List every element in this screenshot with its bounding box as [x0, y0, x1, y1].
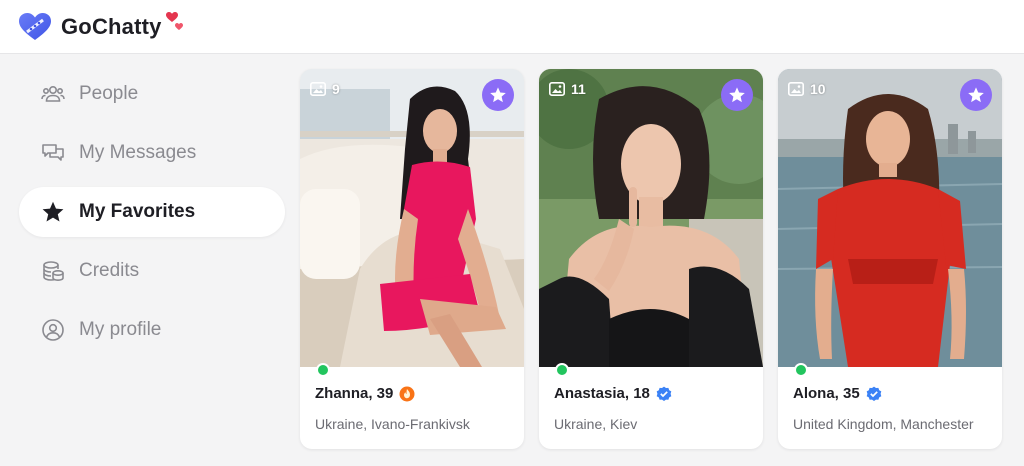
sidebar-item-label: My Messages: [79, 142, 197, 163]
profile-name[interactable]: Alona, 35: [793, 385, 860, 402]
favorite-button[interactable]: [721, 79, 753, 111]
profile-photo[interactable]: 11: [539, 69, 763, 367]
profile-location: Ukraine, Kiev: [554, 416, 638, 432]
star-icon: [41, 200, 65, 224]
verified-icon: [866, 386, 882, 402]
photo-count: 9: [310, 81, 340, 97]
profile-info: Zhanna, 39 Ukraine, Ivano-Frankivsk: [315, 385, 514, 432]
fire-icon: [399, 386, 415, 402]
profile-icon: [41, 318, 65, 342]
sidebar-item-label: My profile: [79, 319, 162, 340]
sidebar-item-label: People: [79, 83, 139, 104]
logo-heart-icon[interactable]: [18, 12, 52, 42]
photo-count: 11: [549, 81, 586, 97]
verified-icon: [656, 386, 672, 402]
star-icon: [729, 87, 745, 103]
sidebar-item-label: My Favorites: [79, 201, 196, 222]
star-icon: [968, 87, 984, 103]
messages-icon: [41, 141, 65, 165]
profile-card[interactable]: 11 Anastasia, 18 Ukraine, Kiev: [539, 69, 763, 449]
profile-card[interactable]: 10 Alona, 35 United Kingdom, Manchester: [778, 69, 1002, 449]
star-icon: [490, 87, 506, 103]
profile-location: Ukraine, Ivano-Frankivsk: [315, 416, 470, 432]
favorite-button[interactable]: [482, 79, 514, 111]
coins-icon: [41, 259, 65, 283]
photo-count-value: 9: [332, 81, 340, 97]
profile-photo[interactable]: 10: [778, 69, 1002, 367]
profile-location: United Kingdom, Manchester: [793, 416, 974, 432]
hearts-icon: [164, 10, 186, 38]
sidebar-item-people[interactable]: People: [19, 69, 285, 119]
sidebar-item-messages[interactable]: My Messages: [19, 128, 285, 178]
profile-name[interactable]: Zhanna, 39: [315, 385, 393, 402]
favorite-button[interactable]: [960, 79, 992, 111]
sidebar-item-favorites[interactable]: My Favorites: [19, 187, 285, 237]
sidebar-item-profile[interactable]: My profile: [19, 305, 285, 355]
brand-title[interactable]: GoChatty: [61, 11, 186, 40]
sidebar-item-credits[interactable]: Credits: [19, 246, 285, 296]
image-icon: [310, 82, 326, 96]
online-status-indicator: [316, 363, 330, 377]
image-icon: [788, 82, 804, 96]
photo-count-value: 10: [810, 81, 826, 97]
profile-photo[interactable]: 9: [300, 69, 524, 367]
brand-name: GoChatty: [61, 13, 162, 39]
profile-name[interactable]: Anastasia, 18: [554, 385, 650, 402]
online-status-indicator: [555, 363, 569, 377]
photo-count: 10: [788, 81, 826, 97]
online-status-indicator: [794, 363, 808, 377]
photo-count-value: 11: [571, 81, 586, 97]
sidebar-item-label: Credits: [79, 260, 140, 281]
image-icon: [549, 82, 565, 96]
profile-info: Alona, 35 United Kingdom, Manchester: [793, 385, 992, 432]
profile-info: Anastasia, 18 Ukraine, Kiev: [554, 385, 753, 432]
people-icon: [41, 82, 65, 106]
top-header: GoChatty: [0, 0, 1024, 54]
profile-card[interactable]: 9 Zhanna, 39 Ukraine, Ivano-Frankivsk: [300, 69, 524, 449]
sidebar-nav: People My Messages My Favorites Credits …: [0, 55, 300, 466]
